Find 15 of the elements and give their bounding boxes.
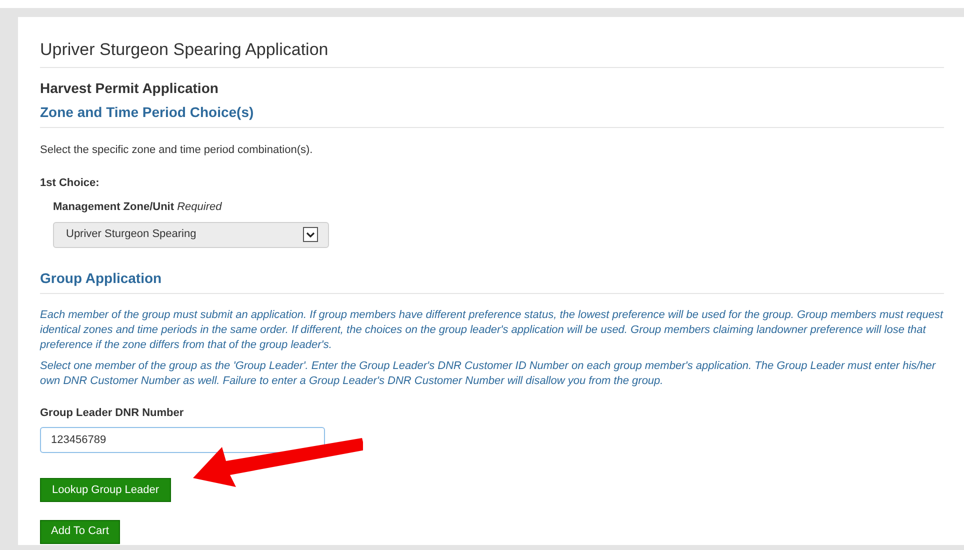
page-title: Upriver Sturgeon Spearing Application: [40, 39, 944, 68]
instructions: Select the specific zone and time period combination(s).: [40, 143, 314, 158]
field-label: Group Leader DNR Number: [40, 406, 185, 420]
lookup-button[interactable]: Lookup Group Leader: [40, 478, 172, 502]
info-paragraph: Each member of the group must submit an application. If group members have different preference status, the lowest preference will be used for the group. Group members must request identical zones and time periods in the same order. If different, the choices on the group leader's application will be used. Group members claiming landowner preference will lose that preference if the zone differs from that of the group leader's.: [40, 308, 944, 352]
zone-select[interactable]: Upriver Sturgeon Spearing: [53, 222, 329, 248]
field-label: Management Zone/Unit Required: [53, 200, 223, 215]
info-paragraph: Select one member of the group as the 'Group Leader'. Enter the Group Leader's DNR Customer ID Number on each group member's application. The Group Leader must enter his/her own DNR Customer Number as well. Failure to enter a Group Leader's DNR Customer Number will disallow you from the group.: [40, 358, 937, 388]
add-to-cart-button[interactable]: Add To Cart: [40, 520, 120, 544]
dnr-number-field[interactable]: 123456789: [40, 427, 325, 453]
subtitle: Harvest Permit Application: [40, 79, 220, 98]
choice-label: 1st Choice:: [40, 176, 100, 190]
section-heading: Zone and Time Period Choice(s): [40, 102, 944, 128]
chevron-down-icon: [303, 227, 318, 242]
section-heading: Group Application: [40, 268, 944, 294]
